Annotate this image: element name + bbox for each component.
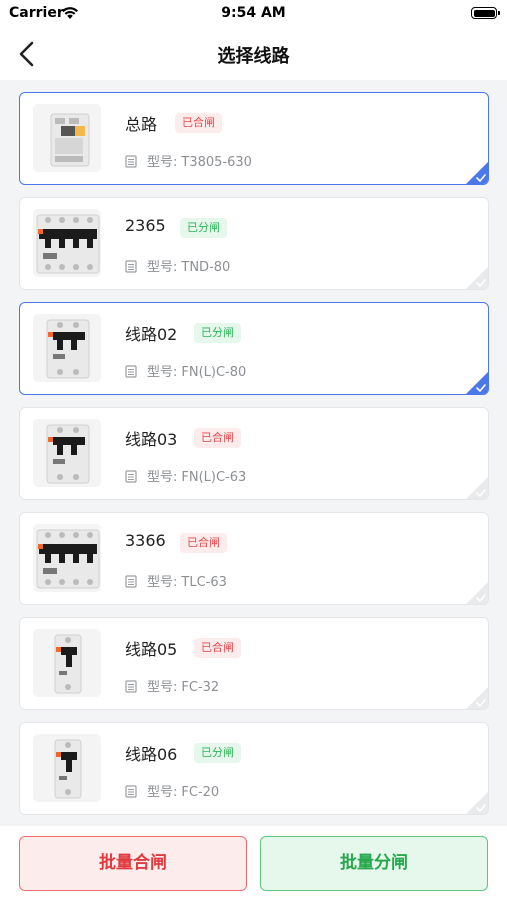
breaker-image (33, 629, 101, 697)
breaker-image (33, 209, 101, 277)
model-row: 型号: T3805-630 (125, 151, 252, 170)
model-icon (125, 470, 137, 483)
line-list: 总路 已合闸 型号: T3805-630 2365 已分闸 型号: TND-80 线路02 已分闸… (0, 80, 507, 826)
status-badge: 已合闸 (175, 113, 222, 133)
line-card[interactable]: 2365 已分闸型号: TND-80 (19, 197, 489, 290)
line-card[interactable]: 线路05 已合闸型号: FC-32 (19, 617, 489, 710)
status-badge: 已合闸 (194, 428, 241, 448)
page-title: 选择线路 (217, 46, 290, 67)
status-badge: 已分闸 (180, 218, 227, 238)
status-badge: 已合闸 (194, 638, 241, 658)
line-name: 总路 (125, 115, 158, 134)
line-card[interactable]: 线路06 已分闸型号: FC-20 (19, 722, 489, 815)
model-row: 型号: FN(L)C-80 (125, 361, 246, 380)
model-value: FC-20 (181, 785, 220, 800)
model-value: FN(L)C-80 (181, 365, 247, 380)
model-value: TLC-63 (181, 575, 227, 590)
model-label: 型号: (147, 575, 178, 590)
model-row: 型号: FN(L)C-63 (125, 466, 246, 485)
breaker-image (33, 419, 101, 487)
line-name: 线路02 (125, 325, 178, 344)
model-icon (125, 785, 137, 798)
model-row: 型号: FC-20 (125, 781, 219, 800)
navigation-bar: 选择线路 (0, 28, 507, 80)
breaker-image (33, 524, 101, 592)
model-value: T3805-630 (181, 155, 252, 170)
model-label: 型号: (147, 260, 178, 275)
status-badge: 已分闸 (194, 323, 241, 343)
line-name: 线路05 (125, 640, 178, 659)
unchecked-corner-icon (466, 267, 488, 289)
model-label: 型号: (147, 365, 178, 380)
model-label: 型号: (147, 680, 178, 695)
bottom-action-bar: 批量合闸 批量分闸 (0, 826, 507, 900)
clock: 9:54 AM (221, 5, 286, 21)
unchecked-corner-icon (466, 687, 488, 709)
line-name: 线路03 (125, 430, 178, 449)
checkmark-icon (466, 162, 488, 184)
battery-icon (471, 7, 500, 19)
model-icon (125, 365, 137, 378)
breaker-image (33, 734, 101, 802)
model-icon (125, 680, 137, 693)
unchecked-corner-icon (466, 582, 488, 604)
model-label: 型号: (147, 785, 178, 800)
unchecked-corner-icon (466, 477, 488, 499)
checkmark-icon (466, 372, 488, 394)
model-label: 型号: (147, 155, 178, 170)
model-row: 型号: TLC-63 (125, 571, 227, 590)
unchecked-corner-icon (466, 792, 488, 814)
status-badge: 已分闸 (194, 743, 241, 763)
batch-close-button[interactable]: 批量合闸 (19, 836, 247, 891)
model-label: 型号: (147, 470, 178, 485)
line-card[interactable]: 总路 已合闸型号: T3805-630 (19, 92, 489, 185)
model-value: TND-80 (181, 260, 231, 275)
model-value: FC-32 (181, 680, 220, 695)
model-value: FN(L)C-63 (181, 470, 247, 485)
status-badge: 已合闸 (180, 533, 227, 553)
batch-open-button[interactable]: 批量分闸 (260, 836, 488, 891)
line-name: 3366 (125, 531, 166, 550)
line-card[interactable]: 3366 已合闸型号: TLC-63 (19, 512, 489, 605)
model-icon (125, 575, 137, 588)
model-row: 型号: FC-32 (125, 676, 219, 695)
line-name: 线路06 (125, 745, 178, 764)
breaker-image (33, 104, 101, 172)
line-card[interactable]: 线路03 已合闸型号: FN(L)C-63 (19, 407, 489, 500)
model-icon (125, 260, 137, 273)
status-bar: Carrier 9:54 AM (0, 0, 507, 28)
line-card[interactable]: 线路02 已分闸型号: FN(L)C-80 (19, 302, 489, 395)
model-icon (125, 155, 137, 168)
model-row: 型号: TND-80 (125, 256, 230, 275)
breaker-image (33, 314, 101, 382)
line-name: 2365 (125, 216, 166, 235)
